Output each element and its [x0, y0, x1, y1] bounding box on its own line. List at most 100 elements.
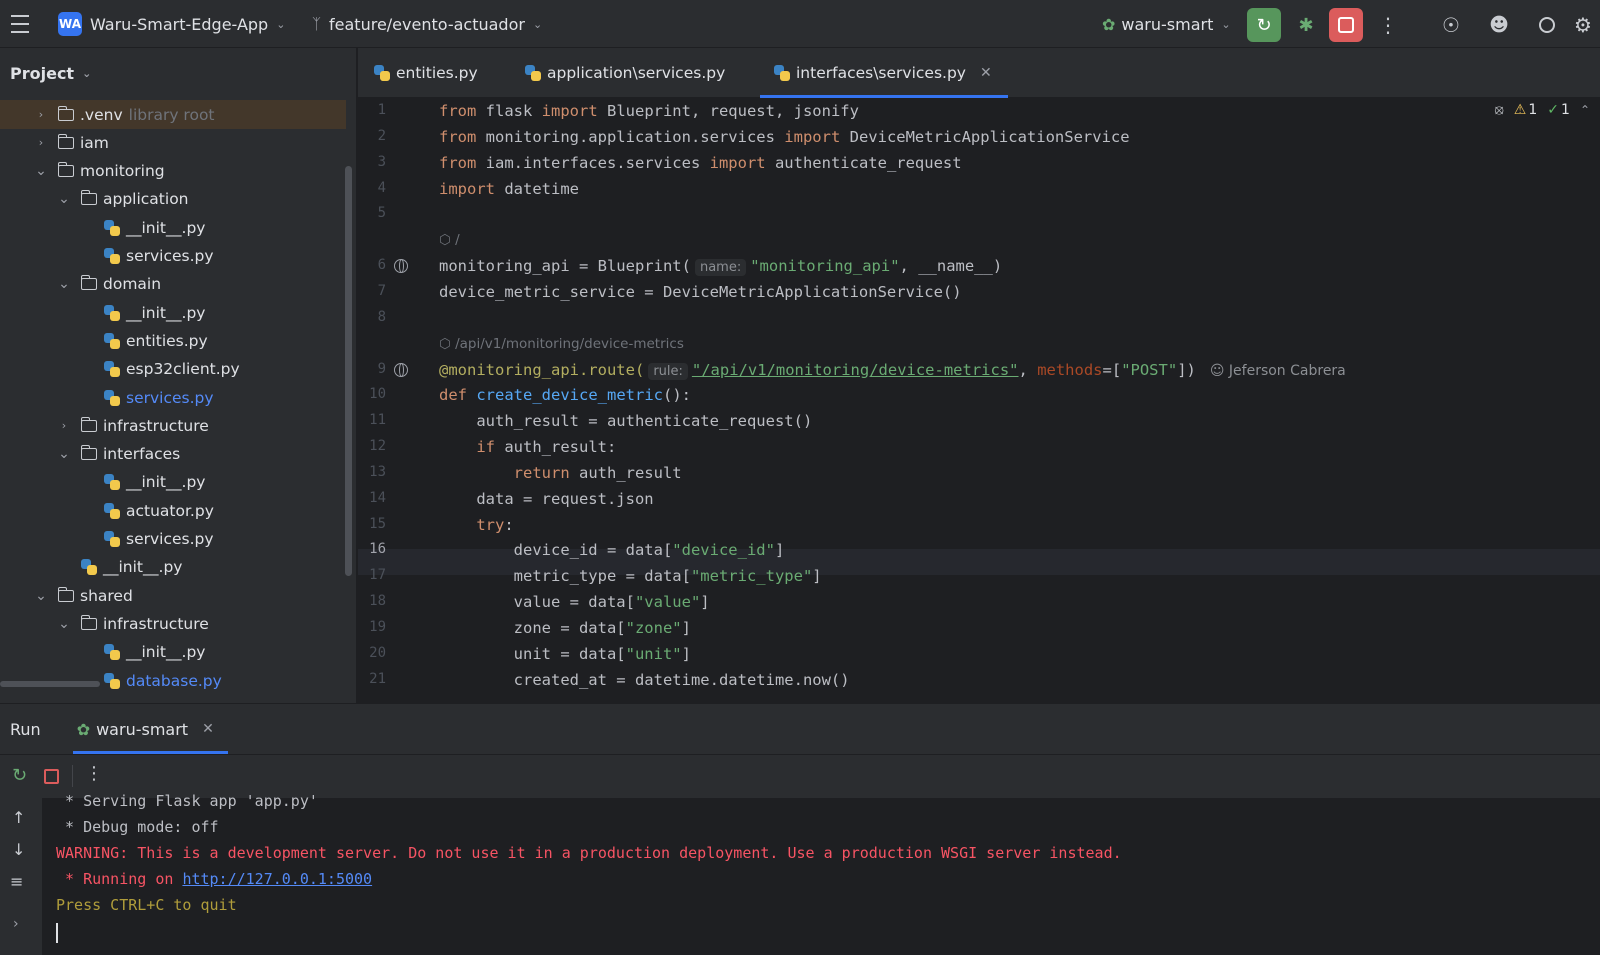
tab-label: entities.py	[396, 64, 478, 82]
tree-file[interactable]: actuator.py	[0, 496, 346, 525]
code-line[interactable]: auth_result = authenticate_request()	[439, 408, 812, 434]
tree-folder[interactable]: ⌄ monitoring	[0, 157, 346, 186]
chevron-down-icon[interactable]: ⌄	[57, 616, 71, 632]
arrow-down-icon[interactable]: ↓	[12, 840, 25, 859]
tree-folder[interactable]: ⌄ infrastructure	[0, 609, 346, 638]
console-link[interactable]: http://127.0.0.1:5000	[182, 870, 372, 888]
code-line[interactable]: device_id = data["device_id"]	[439, 537, 785, 563]
tree-item-label: interfaces	[103, 445, 181, 464]
stop-icon[interactable]	[44, 769, 59, 784]
tree-file[interactable]: __init__.py	[0, 553, 346, 582]
tree-file[interactable]: __init__.py	[0, 213, 346, 242]
code-line[interactable]: value = data["value"]	[439, 589, 710, 615]
more-vertical-icon[interactable]: ⋮	[85, 763, 103, 784]
horizontal-scrollbar[interactable]	[0, 681, 100, 687]
folder-icon	[57, 133, 74, 149]
line-number: 6	[377, 257, 386, 274]
code-line[interactable]: def create_device_metric():	[439, 382, 691, 408]
run-config-name: waru-smart	[1121, 14, 1214, 34]
code-line[interactable]: metric_type = data["metric_type"]	[439, 563, 822, 589]
code-author-hint[interactable]: ☺ Jeferson Cabrera	[1210, 363, 1346, 379]
chevron-down-icon[interactable]: ⌄	[34, 163, 48, 179]
code-line[interactable]: data = request.json	[439, 486, 653, 512]
rerun-button[interactable]: ↻	[1247, 8, 1281, 42]
run-config-selector[interactable]: ✿ waru-smart ⌄	[1102, 0, 1231, 48]
branch-switcher[interactable]: ᛉ feature/evento-actuador ⌄	[312, 0, 542, 48]
code-line[interactable]: device_metric_service = DeviceMetricAppl…	[439, 279, 962, 305]
run-tab-waru-smart[interactable]: ✿ waru-smart ✕	[72, 704, 228, 754]
more-actions-button[interactable]: ⋮	[1371, 8, 1405, 42]
main-menu-button[interactable]	[8, 0, 32, 48]
code-line[interactable]: return auth_result	[439, 460, 682, 486]
close-icon[interactable]: ✕	[980, 65, 992, 81]
tree-file[interactable]: services.py	[0, 383, 346, 412]
tree-folder[interactable]: ⌄ interfaces	[0, 440, 346, 469]
chevron-down-icon[interactable]: ⌄	[57, 276, 71, 292]
tree-folder[interactable]: › iam	[0, 128, 346, 157]
code-line[interactable]: @monitoring_api.route(rule: "/api/v1/moni…	[439, 357, 1346, 383]
code-with-me-button[interactable]: ☻	[1482, 8, 1516, 42]
tree-file[interactable]: esp32client.py	[0, 355, 346, 384]
stop-button[interactable]	[1329, 8, 1363, 42]
endpoint-hint[interactable]: ⬡ /	[439, 232, 460, 248]
globe-icon[interactable]	[394, 362, 408, 377]
rerun-icon: ↻	[1256, 14, 1272, 36]
chevron-right-icon[interactable]: ›	[57, 419, 71, 432]
debug-button[interactable]: ✱	[1289, 8, 1323, 42]
chevron-right-icon[interactable]: ›	[34, 108, 48, 121]
settings-button[interactable]: ⚙	[1568, 8, 1598, 42]
close-icon[interactable]: ✕	[202, 721, 214, 737]
ai-assistant-button[interactable]: ☉	[1434, 8, 1468, 42]
line-number: 15	[369, 515, 386, 532]
tree-folder[interactable]: › infrastructure	[0, 411, 346, 440]
chevron-down-icon[interactable]: ⌄	[57, 446, 71, 462]
python-file-icon	[104, 219, 120, 236]
code-line[interactable]: from flask import Blueprint, request, js…	[439, 98, 859, 124]
tree-folder[interactable]: ⌄ shared	[0, 581, 346, 610]
project-switcher[interactable]: WA Waru-Smart-Edge-App ⌄	[58, 0, 285, 48]
endpoint-hint[interactable]: ⬡ /api/v1/monitoring/device-metrics	[439, 336, 684, 352]
tree-file[interactable]: __init__.py	[0, 298, 346, 327]
chevron-down-icon[interactable]: ⌄	[34, 588, 48, 604]
tree-file[interactable]: services.py	[0, 242, 346, 271]
search-button[interactable]	[1530, 8, 1564, 42]
vertical-scrollbar[interactable]	[345, 166, 352, 576]
code-line[interactable]: created_at = datetime.datetime.now()	[439, 667, 850, 693]
arrow-up-icon[interactable]: ↑	[12, 808, 25, 827]
tree-file[interactable]: __init__.py	[0, 468, 346, 497]
project-view-selector[interactable]: Project ⌄	[0, 48, 356, 98]
soft-wrap-icon[interactable]: ≡	[10, 872, 23, 891]
chevron-right-icon[interactable]: ›	[13, 916, 19, 932]
rerun-icon[interactable]: ↻	[12, 765, 27, 786]
folder-icon	[57, 105, 74, 121]
tree-file[interactable]: services.py	[0, 525, 346, 554]
code-editor[interactable]: 1 from flask import Blueprint, request, j…	[358, 98, 1600, 703]
code-line[interactable]: unit = data["unit"]	[439, 641, 691, 667]
globe-icon[interactable]	[394, 259, 408, 274]
console-output[interactable]: * Serving Flask app 'app.py' * Debug mod…	[42, 792, 1600, 955]
code-line[interactable]: try:	[439, 512, 513, 538]
line-number: 20	[369, 644, 386, 661]
tab-label: interfaces\services.py	[796, 64, 966, 82]
tree-file[interactable]: entities.py	[0, 326, 346, 355]
chevron-down-icon[interactable]: ⌄	[57, 191, 71, 207]
code-line[interactable]: import datetime	[439, 176, 579, 202]
tree-folder[interactable]: ⌄ domain	[0, 270, 346, 299]
chevron-up-icon[interactable]: ⌃	[1580, 103, 1590, 117]
tab-interfaces-services[interactable]: interfaces\services.py ✕	[760, 48, 1008, 98]
code-line[interactable]: zone = data["zone"]	[439, 615, 691, 641]
tree-file[interactable]: __init__.py	[0, 638, 346, 667]
code-line[interactable]: monitoring_api = Blueprint(name: "monitor…	[439, 253, 1002, 279]
editor-tabs: entities.py application\services.py inte…	[358, 48, 1600, 98]
tree-item-label: shared	[80, 586, 133, 605]
tree-folder[interactable]: › .venv library root	[0, 100, 346, 129]
inspection-widget[interactable]: ⦻ ⚠ 1 ✓ 1 ⌃	[1495, 102, 1590, 118]
chevron-right-icon[interactable]: ›	[34, 136, 48, 149]
tab-application-services[interactable]: application\services.py	[525, 48, 725, 98]
tree-folder[interactable]: ⌄ application	[0, 185, 346, 214]
folder-icon	[80, 416, 97, 432]
tab-entities[interactable]: entities.py	[374, 48, 478, 98]
code-line[interactable]: from monitoring.application.services imp…	[439, 124, 1130, 150]
code-line[interactable]: from iam.interfaces.services import auth…	[439, 150, 962, 176]
code-line[interactable]: if auth_result:	[439, 434, 616, 460]
